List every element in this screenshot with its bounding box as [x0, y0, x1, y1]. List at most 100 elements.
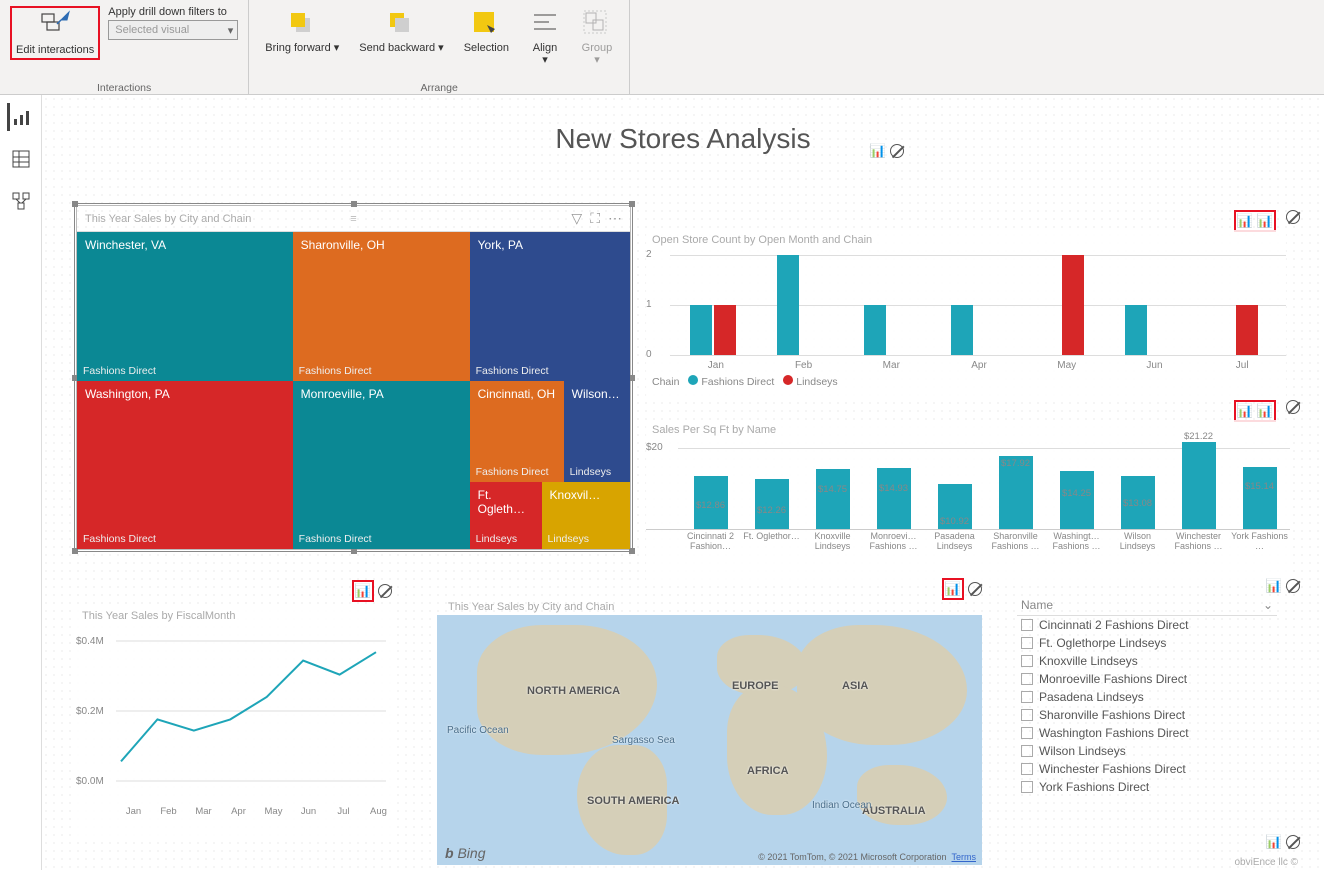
slicer-item[interactable]: Pasadena Lindseys: [1017, 688, 1277, 706]
filter-interaction-icon[interactable]: 📊: [945, 581, 961, 597]
group-label: Group: [582, 42, 613, 54]
treemap-cell[interactable]: Ft. Ogleth…Lindseys: [470, 482, 542, 549]
x-tick: Ft. Oglethor…: [741, 530, 802, 554]
checkbox[interactable]: [1021, 763, 1033, 775]
more-options-icon[interactable]: ⋯: [608, 210, 622, 227]
edit-interactions-button[interactable]: Edit interactions: [10, 6, 100, 60]
slicer-item[interactable]: Sharonville Fashions Direct: [1017, 706, 1277, 724]
no-interaction-icon[interactable]: [1286, 579, 1300, 593]
slicer-item-label: Sharonville Fashions Direct: [1039, 708, 1185, 722]
checkbox[interactable]: [1021, 709, 1033, 721]
filter-interaction-icon[interactable]: 📊: [355, 583, 371, 599]
bar[interactable]: [1125, 305, 1147, 355]
drill-filter-dropdown[interactable]: Selected visual: [108, 20, 238, 40]
slicer-interaction-bar: 📊: [1266, 578, 1300, 594]
no-interaction-icon[interactable]: [890, 144, 904, 158]
y-tick: $20: [646, 442, 663, 453]
bar[interactable]: [864, 305, 886, 355]
filter-interaction-icon[interactable]: 📊: [870, 143, 886, 159]
bar[interactable]: [816, 469, 850, 529]
bar[interactable]: [777, 255, 799, 355]
bar[interactable]: [1236, 305, 1258, 355]
bar[interactable]: [1182, 442, 1216, 529]
drill-filter-block: Apply drill down filters to Selected vis…: [108, 6, 238, 40]
y-tick: 0: [646, 349, 652, 360]
slicer-item[interactable]: Wilson Lindseys: [1017, 742, 1277, 760]
bar[interactable]: [1060, 471, 1094, 529]
map-label: AFRICA: [747, 765, 789, 777]
treemap-visual[interactable]: This Year Sales by City and Chain ≡ ▽ ⛶ …: [76, 205, 631, 550]
checkbox[interactable]: [1021, 637, 1033, 649]
slicer-item[interactable]: Monroeville Fashions Direct: [1017, 670, 1277, 688]
filter-interaction-icon[interactable]: 📊: [1237, 403, 1253, 419]
bar[interactable]: [1243, 467, 1277, 529]
slicer-item[interactable]: York Fashions Direct: [1017, 778, 1277, 796]
model-view-button[interactable]: [7, 187, 35, 215]
bar-chart-open-store[interactable]: Open Store Count by Open Month and Chain…: [646, 230, 1286, 400]
legend-label: Chain: [652, 376, 679, 388]
map-visual[interactable]: NORTH AMERICA SOUTH AMERICA EUROPE AFRIC…: [437, 615, 982, 865]
no-interaction-icon[interactable]: [968, 582, 982, 596]
checkbox[interactable]: [1021, 691, 1033, 703]
highlight-interaction-icon[interactable]: 📊: [1257, 213, 1273, 229]
slicer-item[interactable]: Knoxville Lindseys: [1017, 652, 1277, 670]
filter-interaction-icon[interactable]: 📊: [1266, 578, 1282, 594]
selection-button[interactable]: Selection: [458, 6, 515, 56]
bar[interactable]: [951, 305, 973, 355]
chevron-down-icon[interactable]: ⌄: [1263, 598, 1273, 612]
treemap-cell[interactable]: Washington, PAFashions Direct: [77, 381, 293, 549]
bar[interactable]: [877, 468, 911, 529]
data-label: $15.14: [1245, 481, 1274, 492]
checkbox[interactable]: [1021, 619, 1033, 631]
x-tick: Jan: [116, 806, 151, 817]
bar-chart-sales-sqft[interactable]: Sales Per Sq Ft by Name $20$12.86$12.26$…: [646, 420, 1290, 580]
x-tick: May: [1023, 360, 1111, 371]
map-label: Indian Ocean: [812, 800, 872, 811]
report-view-button[interactable]: [7, 103, 35, 131]
treemap-cell[interactable]: Winchester, VAFashions Direct: [77, 232, 293, 381]
no-interaction-icon[interactable]: [378, 584, 392, 598]
checkbox[interactable]: [1021, 655, 1033, 667]
focus-mode-icon[interactable]: ⛶: [590, 210, 600, 227]
slicer-visual[interactable]: Name ⌄ Cincinnati 2 Fashions DirectFt. O…: [1017, 595, 1277, 796]
filter-interaction-icon[interactable]: 📊: [1237, 213, 1253, 229]
x-tick: Apr: [935, 360, 1023, 371]
treemap-cell[interactable]: Sharonville, OHFashions Direct: [293, 232, 470, 381]
bring-forward-icon: [286, 8, 318, 40]
filter-icon[interactable]: ▽: [571, 210, 582, 227]
group-button[interactable]: Group▾: [575, 6, 619, 68]
data-view-button[interactable]: [7, 145, 35, 173]
line-chart-sales[interactable]: This Year Sales by FiscalMonth $0.4M $0.…: [76, 606, 396, 836]
map-label: ASIA: [842, 680, 868, 692]
bar1-none-bar: [1286, 210, 1300, 224]
filter-interaction-icon[interactable]: 📊: [1266, 834, 1282, 850]
checkbox[interactable]: [1021, 745, 1033, 757]
checkbox[interactable]: [1021, 781, 1033, 793]
no-interaction-icon[interactable]: [1286, 210, 1300, 224]
slicer-item[interactable]: Ft. Oglethorpe Lindseys: [1017, 634, 1277, 652]
send-backward-icon: [385, 8, 417, 40]
highlight-interaction-icon[interactable]: 📊: [1257, 403, 1273, 419]
checkbox[interactable]: [1021, 673, 1033, 685]
slicer-item[interactable]: Winchester Fashions Direct: [1017, 760, 1277, 778]
treemap-cell[interactable]: Cincinnati, OHFashions Direct: [470, 381, 564, 482]
treemap-cell[interactable]: York, PAFashions Direct: [470, 232, 630, 381]
bar[interactable]: [714, 305, 736, 355]
bring-forward-button[interactable]: Bring forward ▾: [259, 6, 345, 56]
treemap-cell[interactable]: Monroeville, PAFashions Direct: [293, 381, 470, 549]
no-interaction-icon[interactable]: [1286, 835, 1300, 849]
no-interaction-icon[interactable]: [1286, 400, 1300, 414]
send-backward-button[interactable]: Send backward ▾: [353, 6, 449, 56]
treemap-cell[interactable]: Wilson…Lindseys: [564, 381, 630, 482]
drag-handle-icon[interactable]: ≡: [350, 213, 356, 225]
slicer-item[interactable]: Washington Fashions Direct: [1017, 724, 1277, 742]
slicer-item[interactable]: Cincinnati 2 Fashions Direct: [1017, 616, 1277, 634]
bar[interactable]: [1062, 255, 1084, 355]
left-nav-rail: [0, 95, 42, 870]
align-button[interactable]: Align▾: [523, 6, 567, 68]
treemap-cell[interactable]: Knoxvil…Lindseys: [542, 482, 630, 549]
bar[interactable]: [690, 305, 712, 355]
checkbox[interactable]: [1021, 727, 1033, 739]
terms-link[interactable]: Terms: [952, 852, 977, 862]
selection-label: Selection: [464, 42, 509, 54]
